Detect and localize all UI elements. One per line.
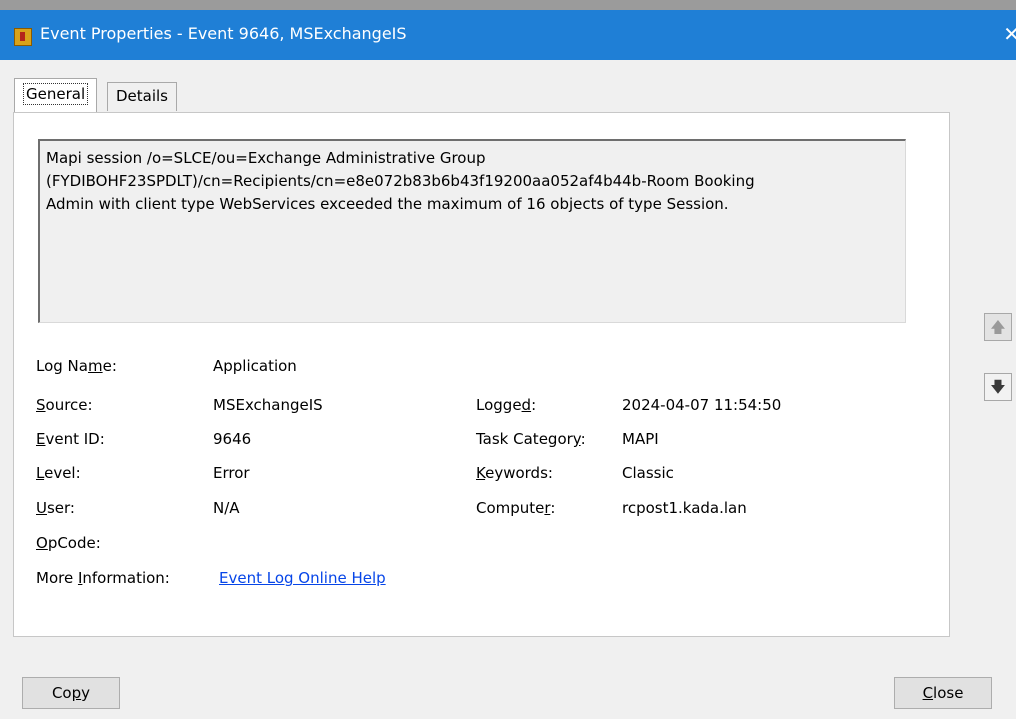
close-button[interactable]: Close xyxy=(894,677,992,709)
opcode-label: OpCode: xyxy=(36,534,101,552)
logged-value[interactable]: 2024-04-07 11:54:50 xyxy=(622,396,781,414)
log-name-label: Log Name: xyxy=(36,357,117,375)
source-label: Source: xyxy=(36,396,93,414)
previous-event-button[interactable]: 🡅 xyxy=(984,313,1012,341)
event-id-label: Event ID: xyxy=(36,430,105,448)
computer-label: Computer: xyxy=(476,499,556,517)
keywords-label: Keywords: xyxy=(476,464,553,482)
next-event-button[interactable]: 🡇 xyxy=(984,373,1012,401)
keywords-value[interactable]: Classic xyxy=(622,464,674,482)
level-value[interactable]: Error xyxy=(213,464,250,482)
event-id-value[interactable]: 9646 xyxy=(213,430,251,448)
computer-value[interactable]: rcpost1.kada.lan xyxy=(622,499,747,517)
log-name-value[interactable]: Application xyxy=(213,357,297,375)
close-icon[interactable]: ✕ xyxy=(1003,22,1016,46)
source-value[interactable]: MSExchangeIS xyxy=(213,396,323,414)
general-panel: Mapi session /o=SLCE/ou=Exchange Adminis… xyxy=(13,112,950,637)
window-title: Event Properties - Event 9646, MSExchang… xyxy=(40,24,407,43)
task-category-value[interactable]: MAPI xyxy=(622,430,659,448)
copy-button[interactable]: Copy xyxy=(22,677,120,709)
event-description[interactable]: Mapi session /o=SLCE/ou=Exchange Adminis… xyxy=(38,139,906,323)
event-viewer-icon xyxy=(14,28,32,46)
arrow-up-icon: 🡅 xyxy=(990,318,1006,336)
task-category-label: Task Category: xyxy=(476,430,586,448)
title-bar[interactable]: Event Properties - Event 9646, MSExchang… xyxy=(0,10,1016,60)
tab-details[interactable]: Details xyxy=(107,82,178,111)
arrow-down-icon: 🡇 xyxy=(990,378,1006,396)
logged-label: Logged: xyxy=(476,396,537,414)
tab-general[interactable]: General xyxy=(14,78,98,112)
level-label: Level: xyxy=(36,464,81,482)
screen-top-strip xyxy=(0,0,1016,10)
user-value[interactable]: N/A xyxy=(213,499,240,517)
user-label: User: xyxy=(36,499,75,517)
more-information-label: More Information: xyxy=(36,569,170,587)
event-log-online-help-link[interactable]: Event Log Online Help xyxy=(219,569,386,587)
